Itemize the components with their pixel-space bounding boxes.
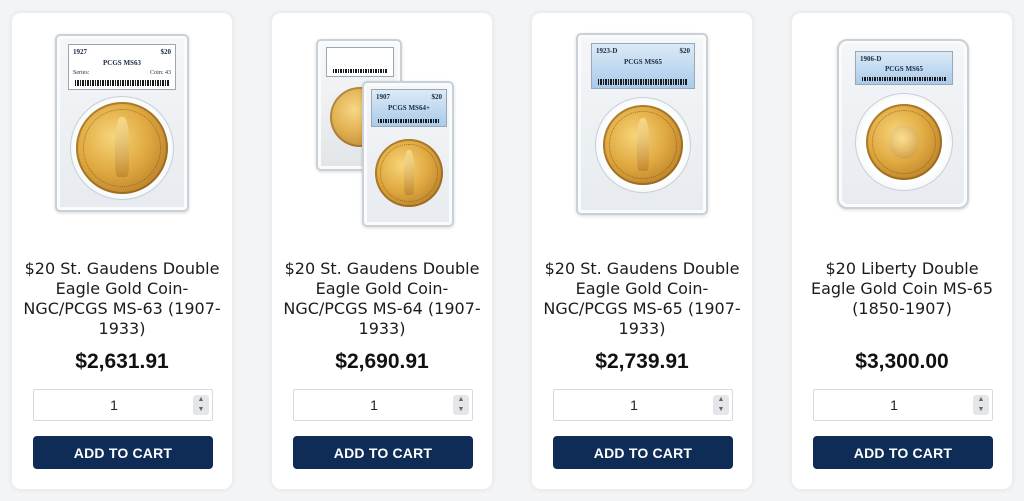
quantity-stepper[interactable]: ▲ ▼ bbox=[553, 389, 733, 421]
gold-coin bbox=[375, 139, 443, 207]
product-card: 1906-D PCGS MS65 $20 Liberty Double Eagl… bbox=[791, 12, 1013, 490]
chevron-up-icon[interactable]: ▲ bbox=[193, 395, 209, 405]
product-image-link[interactable]: 1927 $20 PCGS MS63 Series: Coin: 43 bbox=[12, 29, 232, 229]
product-price: $2,631.91 bbox=[75, 350, 169, 373]
add-to-cart-button[interactable]: ADD TO CART bbox=[813, 436, 993, 469]
product-image-link[interactable]: 1907 $20 PCGS MS64+ bbox=[272, 29, 492, 229]
stepper-arrows[interactable]: ▲ ▼ bbox=[973, 395, 989, 415]
slab-label: 1907 $20 PCGS MS64+ bbox=[371, 89, 447, 127]
product-price: $3,300.00 bbox=[855, 350, 949, 373]
barcode bbox=[862, 77, 946, 81]
product-image-link[interactable]: 1923-D $20 PCGS MS65 bbox=[532, 29, 752, 229]
product-grid: 1927 $20 PCGS MS63 Series: Coin: 43 $20 … bbox=[0, 0, 1024, 501]
slab-label bbox=[326, 47, 394, 77]
chevron-down-icon[interactable]: ▼ bbox=[973, 405, 989, 415]
slab-label: 1927 $20 PCGS MS63 Series: Coin: 43 bbox=[68, 44, 176, 90]
product-card: 1923-D $20 PCGS MS65 $20 St. Gaudens Dou… bbox=[531, 12, 753, 490]
barcode bbox=[378, 119, 440, 123]
add-to-cart-button[interactable]: ADD TO CART bbox=[293, 436, 473, 469]
chevron-up-icon[interactable]: ▲ bbox=[713, 395, 729, 405]
barcode bbox=[75, 80, 169, 86]
gold-coin bbox=[866, 104, 942, 180]
quantity-input[interactable] bbox=[34, 390, 194, 420]
quantity-input[interactable] bbox=[294, 390, 454, 420]
coin-slab-image: 1923-D $20 PCGS MS65 bbox=[576, 33, 708, 215]
quantity-stepper[interactable]: ▲ ▼ bbox=[33, 389, 213, 421]
barcode bbox=[598, 79, 688, 85]
coin-slab-image: 1906-D PCGS MS65 bbox=[837, 39, 969, 209]
chevron-down-icon[interactable]: ▼ bbox=[193, 405, 209, 415]
product-title[interactable]: $20 Liberty Double Eagle Gold Coin MS-65… bbox=[802, 259, 1002, 319]
product-price: $2,739.91 bbox=[595, 350, 689, 373]
stepper-arrows[interactable]: ▲ ▼ bbox=[193, 395, 209, 415]
product-card: 1927 $20 PCGS MS63 Series: Coin: 43 $20 … bbox=[11, 12, 233, 490]
product-card: 1907 $20 PCGS MS64+ $20 St. Gaudens Doub… bbox=[271, 12, 493, 490]
product-price: $2,690.91 bbox=[335, 350, 429, 373]
gold-coin bbox=[76, 102, 168, 194]
chevron-up-icon[interactable]: ▲ bbox=[973, 395, 989, 405]
product-image-link[interactable]: 1906-D PCGS MS65 bbox=[792, 29, 1012, 229]
quantity-input[interactable] bbox=[814, 390, 974, 420]
quantity-input[interactable] bbox=[554, 390, 714, 420]
slab-label: 1923-D $20 PCGS MS65 bbox=[591, 43, 695, 89]
chevron-down-icon[interactable]: ▼ bbox=[713, 405, 729, 415]
stepper-arrows[interactable]: ▲ ▼ bbox=[713, 395, 729, 415]
coin-slab-image: 1907 $20 PCGS MS64+ bbox=[362, 81, 454, 227]
add-to-cart-button[interactable]: ADD TO CART bbox=[553, 436, 733, 469]
slab-label: 1906-D PCGS MS65 bbox=[855, 51, 953, 85]
quantity-stepper[interactable]: ▲ ▼ bbox=[813, 389, 993, 421]
quantity-stepper[interactable]: ▲ ▼ bbox=[293, 389, 473, 421]
product-title[interactable]: $20 St. Gaudens Double Eagle Gold Coin-N… bbox=[22, 259, 222, 339]
barcode bbox=[333, 69, 387, 73]
product-title[interactable]: $20 St. Gaudens Double Eagle Gold Coin-N… bbox=[542, 259, 742, 339]
add-to-cart-button[interactable]: ADD TO CART bbox=[33, 436, 213, 469]
chevron-up-icon[interactable]: ▲ bbox=[453, 395, 469, 405]
product-title[interactable]: $20 St. Gaudens Double Eagle Gold Coin-N… bbox=[282, 259, 482, 339]
stepper-arrows[interactable]: ▲ ▼ bbox=[453, 395, 469, 415]
coin-slab-image: 1927 $20 PCGS MS63 Series: Coin: 43 bbox=[55, 34, 189, 212]
gold-coin bbox=[603, 105, 683, 185]
chevron-down-icon[interactable]: ▼ bbox=[453, 405, 469, 415]
